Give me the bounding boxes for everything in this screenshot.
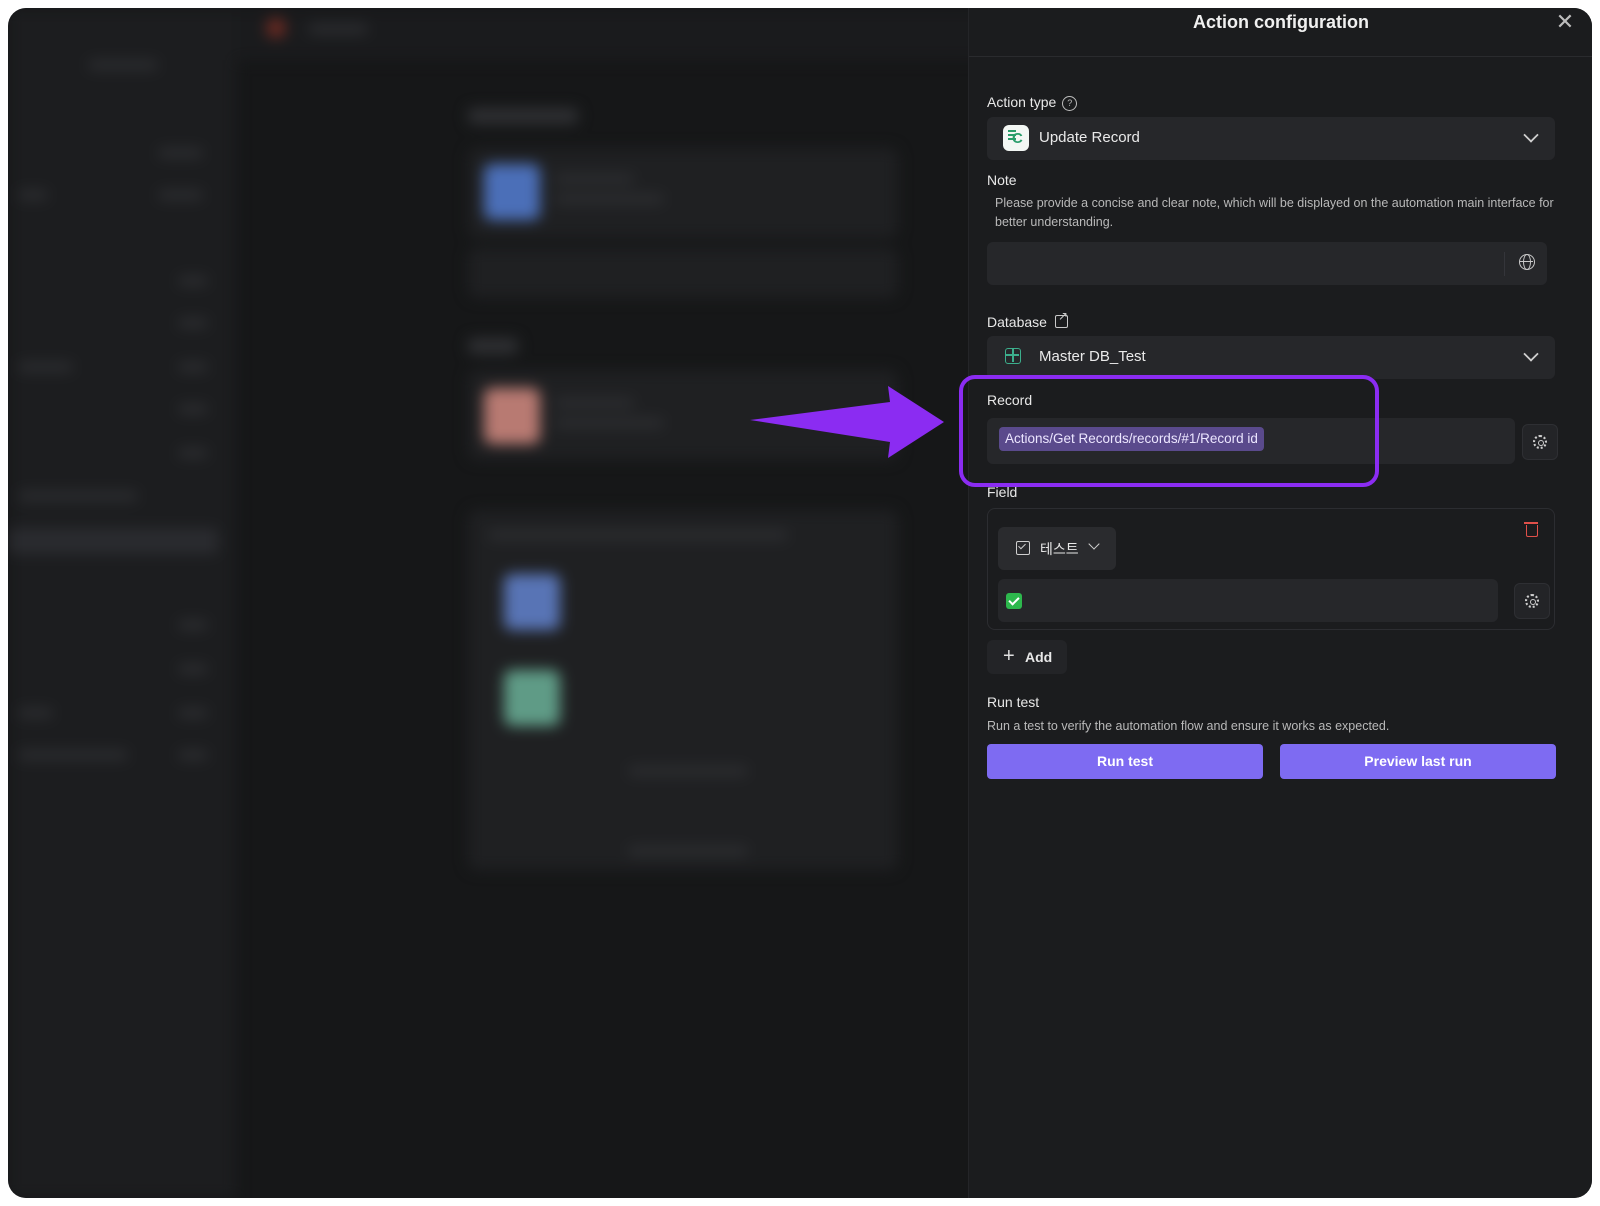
close-icon[interactable]: ✕ (1553, 10, 1577, 34)
add-button-label: Add (1025, 649, 1053, 665)
run-test-button[interactable]: Run test (987, 744, 1263, 779)
blurred-sidebar (8, 8, 236, 1198)
gear-icon (1533, 435, 1547, 449)
record-input[interactable]: Actions/Get Records/records/#1/Record id (987, 418, 1515, 464)
database-label: Database (987, 309, 1068, 330)
blurred-card (468, 370, 898, 460)
run-test-label: Run test (987, 694, 1040, 710)
database-label-text: Database (987, 314, 1047, 330)
field-mapping-box: 테스트 (987, 508, 1555, 630)
field-name: 테스트 (1040, 541, 1079, 557)
panel-title: Action configuration (1193, 12, 1369, 32)
external-link-icon[interactable] (1054, 309, 1068, 328)
run-test-hint: Run a test to verify the automation flow… (987, 719, 1390, 733)
chevron-down-icon (1523, 127, 1539, 143)
field-select[interactable]: 테스트 (998, 527, 1116, 570)
divider (1504, 252, 1505, 276)
action-type-label: Action type? (987, 94, 1078, 111)
field-value-checkbox[interactable] (1006, 593, 1022, 609)
trash-icon[interactable] (1524, 522, 1538, 537)
note-label: Note (987, 172, 1017, 188)
blurred-card (468, 148, 898, 238)
action-type-select[interactable]: C Update Record (987, 117, 1555, 160)
app-window: Action configuration ✕ Action type? C Up… (8, 8, 1592, 1198)
blurred-card (468, 248, 898, 298)
globe-icon[interactable] (1519, 254, 1535, 270)
help-icon[interactable]: ? (1062, 96, 1078, 111)
add-field-button[interactable]: + Add (987, 640, 1067, 674)
record-label: Record (987, 392, 1033, 408)
preview-last-run-button[interactable]: Preview last run (1280, 744, 1556, 779)
gear-icon (1525, 594, 1539, 608)
update-record-app-icon: C (1003, 125, 1029, 151)
panel-header: Action configuration ✕ (969, 8, 1592, 57)
action-type-label-text: Action type (987, 94, 1057, 110)
field-label: Field (987, 484, 1018, 500)
plus-icon: + (1003, 645, 1015, 667)
note-hint: Please provide a concise and clear note,… (995, 196, 1554, 229)
blurred-card (468, 510, 898, 870)
field-settings-button[interactable] (1514, 583, 1550, 619)
action-type-value: Update Record (1039, 129, 1140, 146)
field-value-input[interactable] (998, 579, 1498, 622)
chevron-down-icon (1523, 346, 1539, 362)
note-input[interactable] (987, 242, 1547, 285)
database-select[interactable]: Master DB_Test (987, 336, 1555, 379)
checkbox-icon (1016, 541, 1030, 555)
record-variable-token[interactable]: Actions/Get Records/records/#1/Record id (999, 427, 1264, 451)
record-settings-button[interactable] (1522, 424, 1558, 460)
chevron-down-icon (1088, 538, 1100, 550)
table-icon (1005, 348, 1021, 364)
database-value: Master DB_Test (1039, 348, 1146, 365)
blurred-app-dot (266, 18, 286, 38)
action-configuration-panel: Action configuration ✕ Action type? C Up… (968, 8, 1592, 1198)
